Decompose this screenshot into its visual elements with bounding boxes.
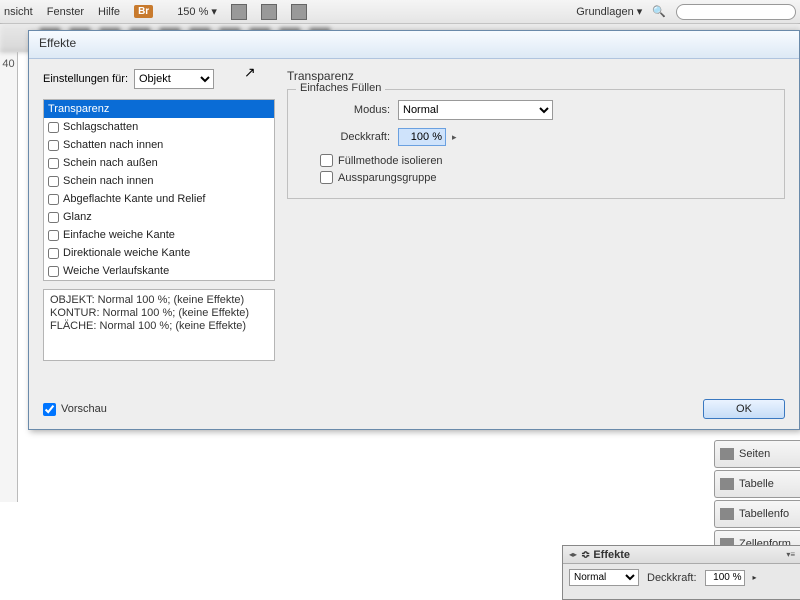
knockout-group-label: Aussparungsgruppe	[338, 172, 436, 184]
panel-menu-icon[interactable]: ▾≡	[786, 550, 795, 559]
panel-table[interactable]: Tabelle	[714, 470, 800, 498]
settings-for-select[interactable]: Objekt	[134, 69, 214, 89]
effects-panel-title: ≎ Effekte	[581, 548, 630, 561]
zoom-level[interactable]: 150 % ▾	[177, 5, 217, 18]
effect-item-basicfeather[interactable]: Einfache weiche Kante	[44, 226, 274, 244]
opacity-input[interactable]	[398, 128, 446, 146]
effect-checkbox[interactable]	[48, 122, 59, 133]
effect-item-innershadow[interactable]: Schatten nach innen	[44, 136, 274, 154]
effects-dialog: Effekte Einstellungen für: Objekt Transp…	[28, 30, 800, 430]
arrange-icon[interactable]	[291, 4, 307, 20]
effects-panel: ◂▸ ≎ Effekte ▾≡ Normal Deckkraft: ▸	[562, 545, 800, 600]
effect-item-innerglow[interactable]: Schein nach innen	[44, 172, 274, 190]
effect-item-dropshadow[interactable]: Schlagschatten	[44, 118, 274, 136]
dialog-title: Effekte	[29, 31, 799, 59]
isolate-blending-label: Füllmethode isolieren	[338, 155, 443, 167]
isolate-blending-checkbox[interactable]	[320, 154, 333, 167]
knockout-group-checkbox[interactable]	[320, 171, 333, 184]
settings-for-label: Einstellungen für:	[43, 73, 128, 85]
opacity-slider-icon[interactable]: ▸	[452, 132, 457, 143]
fieldset-label: Einfaches Füllen	[296, 82, 385, 94]
effect-checkbox[interactable]	[48, 140, 59, 151]
menu-window[interactable]: Fenster	[47, 6, 84, 18]
effect-checkbox[interactable]	[48, 194, 59, 205]
effect-checkbox[interactable]	[48, 248, 59, 259]
effect-item-outerglow[interactable]: Schein nach außen	[44, 154, 274, 172]
ruler-tick: 40	[0, 58, 17, 70]
transparency-heading: Transparenz	[287, 69, 785, 83]
screen-mode-icon[interactable]	[231, 4, 247, 20]
menu-help[interactable]: Hilfe	[98, 6, 120, 18]
panel-collapse-icon[interactable]: ◂▸	[569, 550, 577, 559]
ok-button[interactable]: OK	[703, 399, 785, 419]
tableformat-icon	[720, 508, 734, 520]
effect-summary: OBJEKT: Normal 100 %; (keine Effekte) KO…	[43, 289, 275, 361]
preview-checkbox[interactable]	[43, 403, 56, 416]
effect-checkbox[interactable]	[48, 158, 59, 169]
bridge-icon[interactable]: Br	[134, 5, 153, 18]
effect-item-bevel[interactable]: Abgeflachte Kante und Relief	[44, 190, 274, 208]
effect-item-transparency[interactable]: Transparenz	[44, 100, 274, 118]
table-icon	[720, 478, 734, 490]
effect-checkbox[interactable]	[48, 212, 59, 223]
mode-select[interactable]: Normal	[398, 100, 553, 120]
panel-opacity-input[interactable]	[705, 570, 745, 586]
panel-opacity-slider-icon[interactable]: ▸	[753, 573, 757, 582]
search-icon: 🔍	[652, 5, 666, 18]
panel-opacity-label: Deckkraft:	[647, 572, 697, 584]
workspace-switcher[interactable]: Grundlagen ▾	[576, 5, 642, 18]
view-options-icon[interactable]	[261, 4, 277, 20]
preview-label: Vorschau	[61, 403, 107, 415]
pages-icon	[720, 448, 734, 460]
effect-item-gradientfeather[interactable]: Weiche Verlaufskante	[44, 262, 274, 280]
search-input[interactable]	[676, 4, 796, 20]
effect-item-directionalfeather[interactable]: Direktionale weiche Kante	[44, 244, 274, 262]
basic-blending-group: Einfaches Füllen Modus: Normal Deckkraft…	[287, 89, 785, 199]
panel-tableformats[interactable]: Tabellenfo	[714, 500, 800, 528]
menubar: nsicht Fenster Hilfe Br 150 % ▾ Grundlag…	[0, 0, 800, 24]
effect-checkbox[interactable]	[48, 266, 59, 277]
effect-item-satin[interactable]: Glanz	[44, 208, 274, 226]
panel-mode-select[interactable]: Normal	[569, 569, 639, 586]
effect-checkbox[interactable]	[48, 176, 59, 187]
panel-dock: Seiten Tabelle Tabellenfo Zellenform	[714, 440, 800, 560]
menu-view[interactable]: nsicht	[4, 6, 33, 18]
mode-label: Modus:	[300, 104, 390, 116]
opacity-label: Deckkraft:	[300, 131, 390, 143]
panel-pages[interactable]: Seiten	[714, 440, 800, 468]
effect-checkbox[interactable]	[48, 230, 59, 241]
effect-list: Transparenz Schlagschatten Schatten nach…	[43, 99, 275, 281]
